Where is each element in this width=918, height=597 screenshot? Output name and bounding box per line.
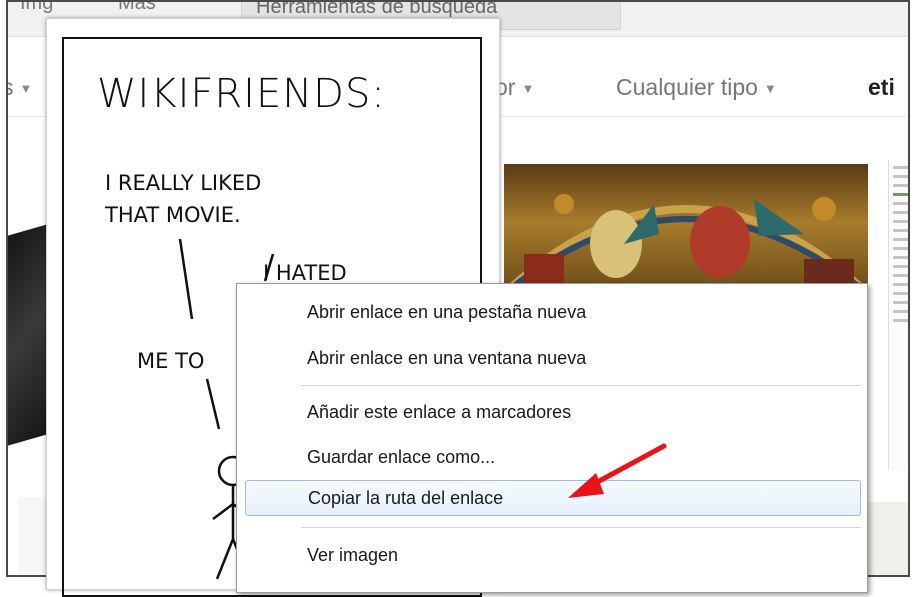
chevron-down-icon: ▼ bbox=[763, 81, 777, 97]
menu-open-new-tab[interactable]: Abrir enlace en una pestaña nueva bbox=[245, 294, 861, 330]
comic-speech-line-1: I REALLY LIKED bbox=[105, 171, 262, 195]
menu-save-link-as[interactable]: Guardar enlace como... bbox=[245, 439, 861, 475]
menu-separator bbox=[301, 385, 861, 386]
filter-labels-link[interactable]: eti bbox=[868, 74, 895, 101]
menu-open-new-window[interactable]: Abrir enlace en una ventana nueva bbox=[245, 340, 861, 376]
comic-speech-line-4: ME TO bbox=[137, 349, 205, 373]
result-image-map[interactable] bbox=[868, 502, 908, 575]
result-image-mosaic[interactable] bbox=[504, 164, 868, 294]
filter-left-dropdown[interactable]: s▼ bbox=[8, 74, 33, 101]
mosaic-picture bbox=[504, 194, 868, 294]
filter-type-label: Cualquier tipo bbox=[616, 74, 758, 100]
menu-separator bbox=[301, 527, 861, 528]
filter-left-label: s bbox=[8, 74, 14, 100]
comic-speech-line-3: I HATED bbox=[263, 261, 347, 285]
red-arrow-icon bbox=[568, 443, 667, 498]
menu-copy-link-address[interactable]: Copiar la ruta del enlace bbox=[245, 480, 861, 516]
tab-more[interactable]: Más bbox=[118, 2, 156, 15]
comic-title: WIKIFRIENDS: bbox=[97, 71, 386, 117]
menu-view-image[interactable]: Ver imagen bbox=[245, 537, 861, 573]
tab-images[interactable]: Img bbox=[20, 2, 53, 15]
chevron-down-icon: ▼ bbox=[521, 81, 535, 97]
menu-bookmark-link[interactable]: Añadir este enlace a marcadores bbox=[245, 394, 861, 430]
filter-color-dropdown[interactable]: or ▼ bbox=[495, 74, 534, 101]
comic-speech-line-2: THAT MOVIE. bbox=[105, 203, 241, 227]
chevron-down-icon: ▼ bbox=[19, 81, 33, 97]
result-image-document[interactable] bbox=[888, 160, 908, 470]
context-menu: Abrir enlace en una pestaña nueva Abrir … bbox=[236, 283, 868, 593]
filter-type-dropdown[interactable]: Cualquier tipo ▼ bbox=[616, 74, 777, 101]
